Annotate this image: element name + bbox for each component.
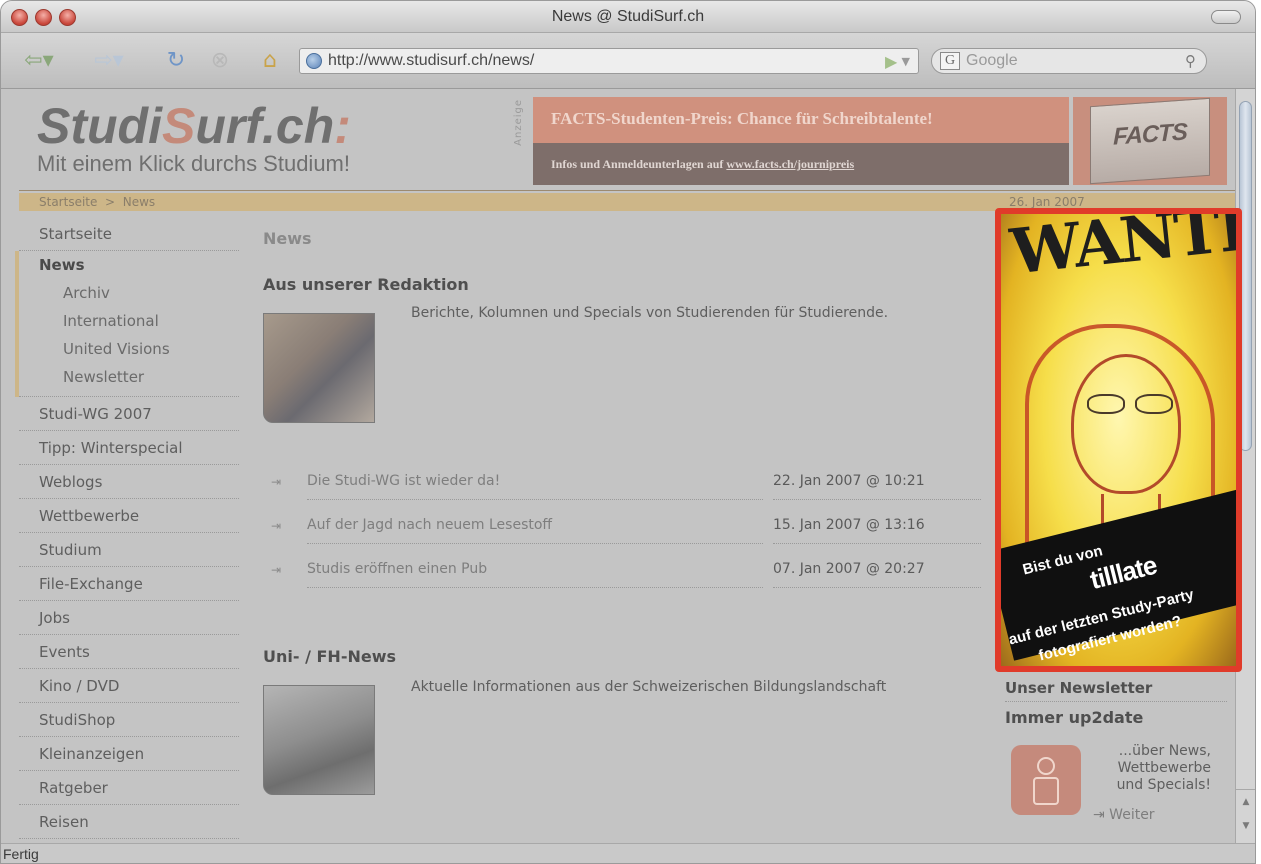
section-title-unifh[interactable]: Uni- / FH-News: [263, 647, 396, 666]
sidebar-item-studium[interactable]: Studium: [19, 533, 239, 567]
search-field[interactable]: G Google ⚲: [931, 48, 1207, 74]
newsletter-person-icon: [1011, 745, 1081, 815]
reload-icon[interactable]: ↻: [161, 46, 191, 74]
home-icon[interactable]: ⌂: [253, 46, 287, 74]
ad-magazine-title: FACTS: [1113, 118, 1187, 151]
unifh-thumbnail[interactable]: [263, 685, 375, 795]
article-row[interactable]: ⇥ Die Studi-WG ist wieder da! 22. Jan 20…: [271, 463, 981, 507]
unifh-description: Aktuelle Informationen aus der Schweizer…: [411, 679, 887, 695]
sidebar-item-startseite[interactable]: Startseite: [19, 217, 239, 251]
newsletter-subtitle: Immer up2date: [1005, 708, 1144, 727]
poster-wanted-text: WANTED: [1007, 214, 1236, 289]
page-title: News: [263, 229, 312, 248]
article-date: 15. Jan 2007 @ 13:16: [773, 517, 981, 544]
article-title[interactable]: Die Studi-WG ist wieder da!: [307, 473, 763, 500]
title-bar: News @ StudiSurf.ch: [1, 1, 1255, 33]
ad-banner[interactable]: FACTS-Studenten-Preis: Chance für Schrei…: [533, 97, 1069, 185]
breadcrumb-home[interactable]: Startseite: [39, 195, 97, 209]
sidebar-item-weblogs[interactable]: Weblogs: [19, 465, 239, 499]
sidebar-subitem-united-visions[interactable]: United Visions: [19, 335, 239, 363]
ad-subline[interactable]: Infos und Anmeldeunterlagen auf www.fact…: [533, 143, 1069, 185]
sidebar-item-news[interactable]: News: [19, 251, 239, 279]
sidebar-nav: Startseite News Archiv International Uni…: [15, 217, 239, 839]
address-dropdown-icon[interactable]: ▼: [902, 55, 910, 68]
sidebar-item-jobs[interactable]: Jobs: [19, 601, 239, 635]
toolbar-toggle-button[interactable]: [1211, 10, 1241, 24]
wanted-poster-ad[interactable]: WANTED Bist du von tilllate auf der letz…: [1001, 214, 1236, 666]
scroll-arrows[interactable]: ▲ ▼: [1236, 789, 1255, 843]
site-tagline: Mit einem Klick durchs Studium!: [37, 151, 350, 176]
sidebar-item-reisen[interactable]: Reisen: [19, 805, 239, 839]
sidebar-item-wettbewerbe[interactable]: Wettbewerbe: [19, 499, 239, 533]
address-bar[interactable]: http://www.studisurf.ch/news/ ▼: [299, 48, 919, 74]
face-illustration: [1071, 354, 1181, 494]
stop-icon[interactable]: ⊗: [205, 46, 235, 74]
sidebar-item-ratgeber[interactable]: Ratgeber: [19, 771, 239, 805]
status-bar: Fertig: [1, 843, 1255, 863]
section-title-redaktion[interactable]: Aus unserer Redaktion: [263, 275, 469, 294]
article-arrow-icon: ⇥: [271, 563, 282, 577]
sidebar-item-file-exchange[interactable]: File-Exchange: [19, 567, 239, 601]
ad-link[interactable]: www.facts.ch/journipreis: [726, 157, 854, 171]
article-title[interactable]: Studis eröffnen einen Pub: [307, 561, 763, 588]
sidebar-item-kleinanzeigen[interactable]: Kleinanzeigen: [19, 737, 239, 771]
article-date: 22. Jan 2007 @ 10:21: [773, 473, 981, 500]
newsletter-box: Unser Newsletter Immer up2date ...über N…: [1005, 679, 1227, 823]
sidebar-item-studi-wg[interactable]: Studi-WG 2007: [19, 397, 239, 431]
article-row[interactable]: ⇥ Auf der Jagd nach neuem Lesestoff 15. …: [271, 507, 981, 551]
article-date: 07. Jan 2007 @ 20:27: [773, 561, 981, 588]
sidebar-subitem-newsletter[interactable]: Newsletter: [19, 363, 239, 397]
glasses-illustration: [1087, 394, 1177, 418]
sidebar-subitem-international[interactable]: International: [19, 307, 239, 335]
sidebar-item-kino-dvd[interactable]: Kino / DVD: [19, 669, 239, 703]
newsletter-title[interactable]: Unser Newsletter: [1005, 679, 1227, 702]
scroll-down-icon[interactable]: ▼: [1236, 814, 1255, 838]
back-arrow-icon[interactable]: ⇦▾: [19, 46, 59, 74]
globe-icon: [306, 53, 322, 69]
search-placeholder[interactable]: Google: [966, 52, 1018, 70]
breadcrumb-current: News: [122, 195, 156, 209]
newsletter-link[interactable]: ⇥ Weiter: [1093, 807, 1155, 823]
sidebar-item-events[interactable]: Events: [19, 635, 239, 669]
address-text[interactable]: http://www.studisurf.ch/news/: [328, 52, 534, 70]
tilllate-ad-highlight[interactable]: WANTED Bist du von tilllate auf der letz…: [995, 208, 1242, 672]
sidebar-item-studishop[interactable]: StudiShop: [19, 703, 239, 737]
window-title: News @ StudiSurf.ch: [551, 8, 705, 25]
redaktion-description: Berichte, Kolumnen und Specials von Stud…: [411, 305, 889, 321]
browser-window: News @ StudiSurf.ch ⇦▾ ⇨▾ ↻ ⊗ ⌂ http://w…: [0, 0, 1256, 864]
current-date: 26. Jan 2007: [1009, 195, 1085, 209]
newsletter-text: ...über News, Wettbewerbe und Specials!: [1116, 743, 1211, 793]
ad-headline[interactable]: FACTS-Studenten-Preis: Chance für Schrei…: [533, 97, 1069, 143]
navigation-toolbar: ⇦▾ ⇨▾ ↻ ⊗ ⌂ http://www.studisurf.ch/news…: [1, 33, 1255, 89]
magnifier-icon[interactable]: ⚲: [1185, 52, 1196, 70]
article-arrow-icon: ⇥: [271, 519, 282, 533]
header-divider: [19, 190, 1237, 191]
site-logo[interactable]: StudiSurf.ch:: [37, 97, 351, 155]
forward-arrow-icon[interactable]: ⇨▾: [89, 46, 129, 74]
go-icon[interactable]: ▶: [885, 52, 897, 71]
search-engine-icon[interactable]: G: [940, 52, 960, 70]
article-title[interactable]: Auf der Jagd nach neuem Lesestoff: [307, 517, 763, 544]
ad-label: Anzeige: [513, 99, 524, 146]
article-row[interactable]: ⇥ Studis eröffnen einen Pub 07. Jan 2007…: [271, 551, 981, 595]
sidebar-subitem-archiv[interactable]: Archiv: [19, 279, 239, 307]
article-arrow-icon: ⇥: [271, 475, 282, 489]
redaktion-thumbnail[interactable]: [263, 313, 375, 423]
breadcrumb: Startseite > News: [39, 195, 156, 209]
scroll-up-icon[interactable]: ▲: [1236, 790, 1255, 814]
ad-magazine-image[interactable]: FACTS: [1073, 97, 1227, 185]
sidebar-item-winterspecial[interactable]: Tipp: Winterspecial: [19, 431, 239, 465]
